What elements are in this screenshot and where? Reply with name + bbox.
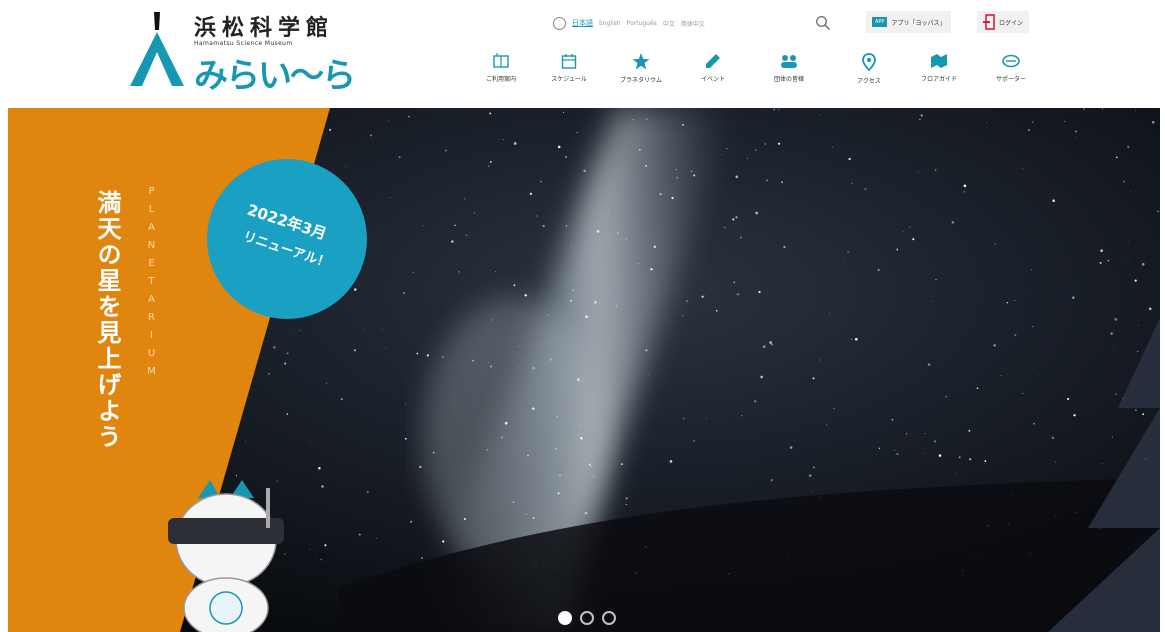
nav-label: イベント — [700, 76, 725, 83]
slide-dot-1[interactable] — [558, 611, 572, 625]
nav-item-groups[interactable]: 団体の皆様 — [758, 50, 820, 98]
globe-icon — [553, 16, 566, 30]
logo-japanese-name: 浜松科学館 — [194, 16, 335, 41]
logo-english-name: Hamamatsu Science Museum — [194, 40, 293, 47]
nav-item-access[interactable]: アクセス — [838, 50, 900, 98]
nav-item-planetarium[interactable]: プラネタリウム — [610, 50, 672, 98]
language-switcher: 日本語 English Português 中文 简体中文 — [553, 13, 705, 33]
group-icon — [781, 55, 797, 68]
hero-title: 満天の星を見上げよう — [93, 190, 121, 450]
login-button-label: ログイン — [999, 19, 1024, 27]
app-button[interactable]: APP アプリ「ヨッパス」 — [866, 11, 952, 33]
lang-simplified-chinese[interactable]: 简体中文 — [681, 19, 705, 28]
nav-item-schedule[interactable]: スケジュール — [538, 50, 600, 98]
logo-brand-name: みらい〜ら — [194, 56, 356, 96]
hero-subtitle: PLANETARIUM — [146, 186, 157, 384]
nav-item-event[interactable]: イベント — [682, 50, 744, 98]
robot-mascot-icon — [168, 480, 284, 632]
nav-label: フロアガイド — [920, 76, 957, 83]
lang-chinese[interactable]: 中文 — [663, 19, 675, 28]
site-header: 浜松科学館 Hamamatsu Science Museum みらい〜ら 日本語… — [0, 0, 1165, 108]
nav-item-supporter[interactable]: サポーター — [980, 50, 1042, 98]
guide-icon — [493, 53, 509, 68]
app-tag: APP — [872, 17, 888, 27]
login-door-icon — [983, 14, 995, 30]
search-button[interactable] — [815, 13, 831, 33]
main-nav: ご利用案内 スケジュール プラネタリウム イベント 団体の皆様 アクセス フロア… — [470, 50, 1050, 98]
star-icon — [632, 53, 650, 70]
supporter-icon — [1002, 54, 1020, 68]
site-logo[interactable]: 浜松科学館 Hamamatsu Science Museum みらい〜ら — [128, 8, 356, 100]
nav-item-floor-guide[interactable]: フロアガイド — [908, 50, 970, 98]
nav-label: 団体の皆様 — [773, 76, 804, 83]
calendar-icon — [561, 54, 577, 69]
nav-label: サポーター — [995, 76, 1026, 83]
map-pin-icon — [862, 53, 876, 71]
nav-label: アクセス — [857, 78, 881, 85]
lang-japanese[interactable]: 日本語 — [572, 18, 593, 28]
slide-dot-2[interactable] — [580, 611, 594, 625]
lang-portuguese[interactable]: Português — [627, 20, 657, 27]
nav-label: プラネタリウム — [619, 77, 662, 84]
pencil-icon — [706, 54, 720, 68]
search-icon — [815, 15, 831, 31]
nav-label: スケジュール — [551, 76, 587, 83]
hero-slider[interactable]: 満天の星を見上げよう PLANETARIUM 2022年3月 リニューアル！ — [8, 108, 1160, 632]
nav-item-guide[interactable]: ご利用案内 — [470, 50, 532, 98]
app-button-label: アプリ「ヨッパス」 — [891, 19, 946, 27]
lang-english[interactable]: English — [599, 20, 621, 27]
slider-pagination — [558, 611, 616, 625]
renewal-badge: 2022年3月 リニューアル！ — [207, 159, 367, 319]
nav-label: ご利用案内 — [485, 76, 516, 83]
login-button[interactable]: ログイン — [977, 11, 1030, 33]
slide-dot-3[interactable] — [602, 611, 616, 625]
floor-guide-icon — [931, 54, 947, 68]
logo-mark-icon — [130, 12, 184, 86]
